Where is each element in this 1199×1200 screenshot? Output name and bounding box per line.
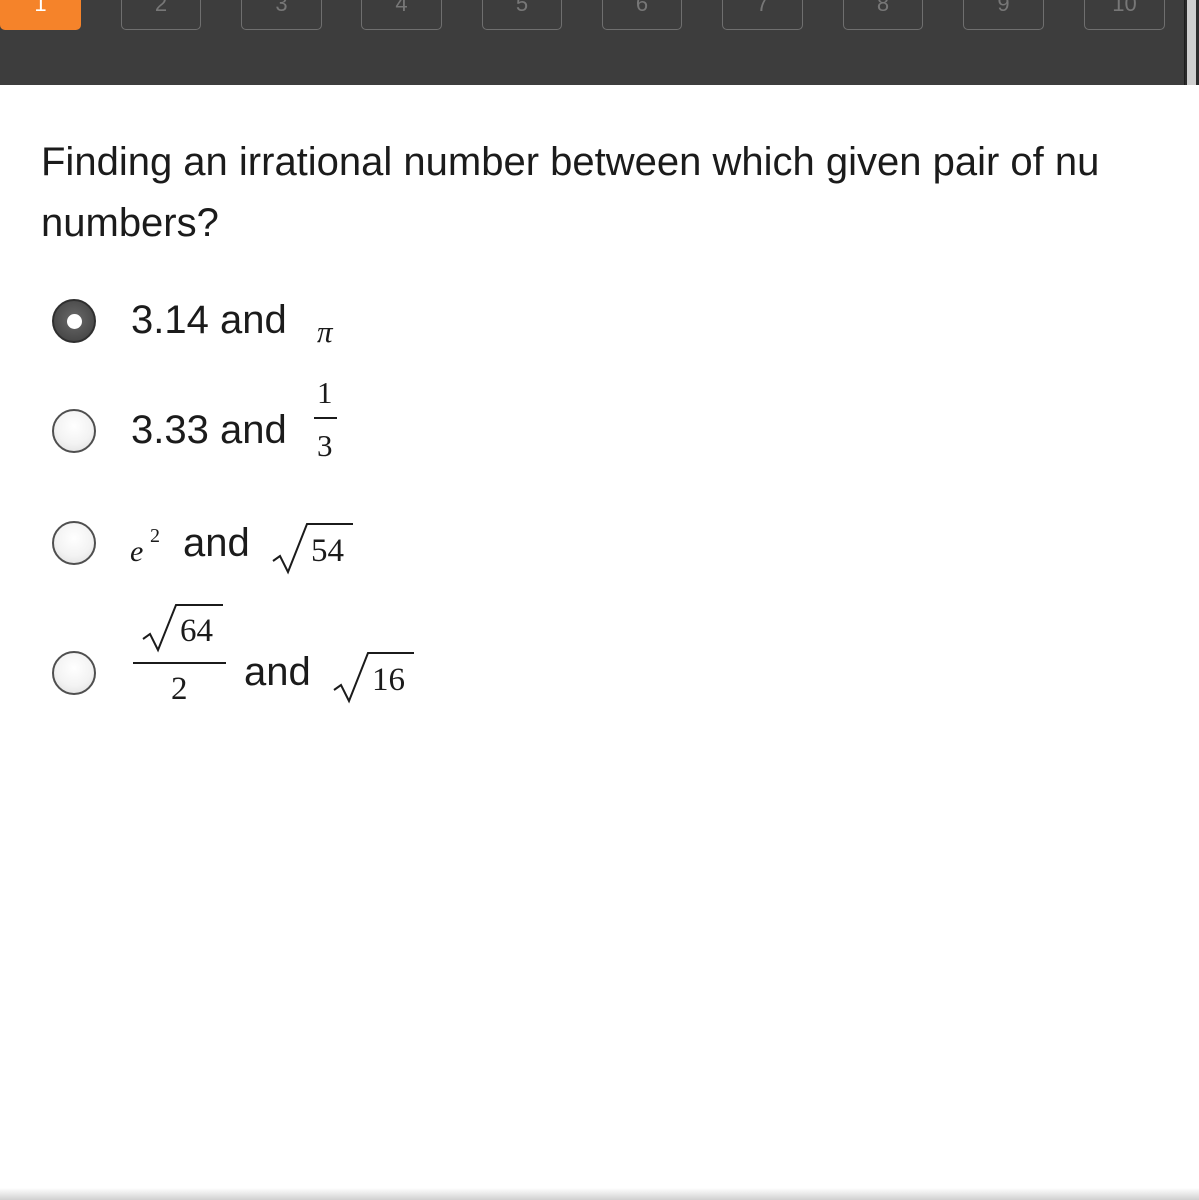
bottom-shadow — [0, 1188, 1199, 1200]
radical-bar — [309, 523, 353, 525]
fraction-bar — [133, 662, 226, 664]
fraction-numerator: 1 — [317, 375, 333, 410]
question-text: Finding an irrational number between whi… — [41, 132, 1199, 254]
radicand: 54 — [311, 533, 344, 569]
question-line-2: numbers? — [41, 201, 219, 245]
question-nav-3[interactable]: 3 — [241, 0, 322, 30]
radicand: 16 — [372, 662, 405, 698]
pi-symbol: π — [317, 314, 333, 349]
radio-button[interactable] — [52, 651, 96, 695]
question-nav-6[interactable]: 6 — [602, 0, 682, 30]
question-nav-label: 9 — [997, 0, 1010, 16]
answer-option-3[interactable]: e 2 and 54 — [50, 515, 650, 575]
question-nav-8[interactable]: 8 — [843, 0, 923, 30]
sqrt-icon — [333, 652, 372, 704]
question-nav-label: 5 — [515, 0, 529, 16]
question-nav-4[interactable]: 4 — [361, 0, 442, 30]
option-1-text: 3.14 and — [131, 298, 287, 342]
radio-button-selected[interactable] — [52, 299, 96, 343]
question-nav-10[interactable]: 10 — [1084, 0, 1165, 30]
question-nav-label: 3 — [275, 0, 288, 16]
sqrt-icon — [272, 523, 311, 575]
exponent: 2 — [150, 525, 160, 547]
e-base: e — [130, 535, 144, 568]
question-nav-2[interactable]: 2 — [121, 0, 201, 30]
question-nav-bar: 1 2 3 4 5 6 7 8 9 10 — [0, 0, 1199, 85]
question-nav-1[interactable]: 1 — [0, 0, 81, 30]
question-nav-label: 6 — [635, 0, 649, 16]
question-nav-label: 10 — [1112, 0, 1137, 16]
sqrt-icon — [142, 604, 180, 653]
question-nav-label: 4 — [395, 0, 408, 16]
fraction-denominator: 2 — [171, 671, 188, 707]
question-nav-label: 1 — [34, 0, 47, 16]
question-nav-7[interactable]: 7 — [722, 0, 803, 30]
question-nav-label: 7 — [756, 0, 769, 16]
numerator-radicand: 64 — [180, 613, 213, 649]
question-nav-9[interactable]: 9 — [963, 0, 1044, 30]
answer-option-4[interactable]: 64 2 and 16 — [50, 598, 650, 707]
radical-bar — [370, 652, 414, 654]
radical-bar — [178, 604, 223, 606]
fraction-denominator: 3 — [317, 428, 333, 463]
option-3-text: and — [183, 521, 250, 565]
option-2-text: 3.33 and — [131, 408, 287, 452]
radio-button[interactable] — [52, 409, 96, 453]
question-line-1: Finding an irrational number between whi… — [41, 140, 1100, 184]
radio-button[interactable] — [52, 521, 96, 565]
fraction-bar — [314, 417, 337, 419]
answer-option-1[interactable]: 3.14 and π — [50, 292, 650, 352]
scrollbar-thumb[interactable] — [1187, 0, 1196, 85]
answer-option-2[interactable]: 3.33 and 1 3 — [50, 375, 650, 463]
radio-dot-icon — [66, 313, 82, 329]
question-nav-label: 2 — [154, 0, 168, 16]
option-4-text: and — [244, 650, 311, 694]
question-nav-5[interactable]: 5 — [482, 0, 562, 30]
question-nav-label: 8 — [876, 0, 890, 16]
